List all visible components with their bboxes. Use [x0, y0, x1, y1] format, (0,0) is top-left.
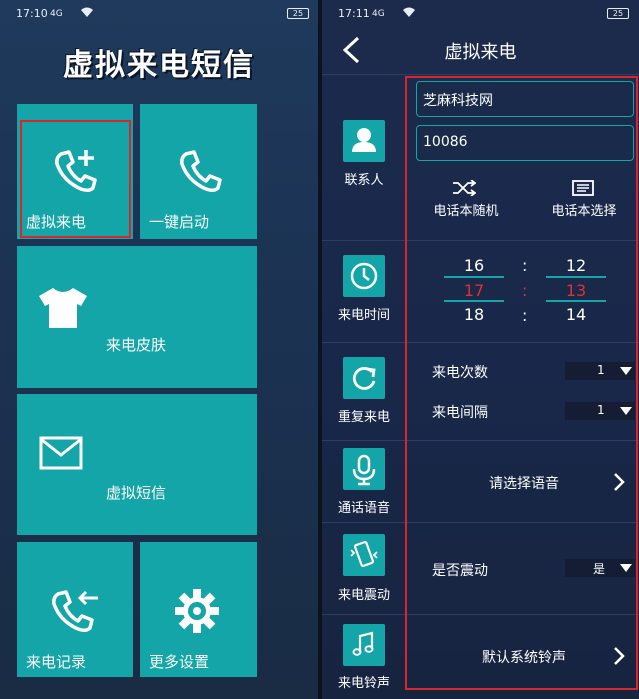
- battery-icon: 25: [607, 8, 629, 19]
- person-icon: [352, 128, 376, 152]
- gear-icon: [175, 589, 219, 633]
- repeat-label: 重复来电: [337, 410, 390, 425]
- voice-icon-box: [343, 448, 385, 490]
- call-skin-tile[interactable]: 来电皮肤: [17, 246, 257, 388]
- divider: [322, 74, 639, 75]
- status-time: 17:10: [16, 7, 48, 20]
- wifi-icon: [81, 7, 93, 17]
- status-bar: 17:11 4G 25: [322, 0, 639, 26]
- top-bar: 虚拟来电: [322, 26, 639, 74]
- contact-label: 联系人: [344, 173, 384, 188]
- microphone-icon: [352, 454, 376, 486]
- more-settings-label: 更多设置: [149, 653, 210, 671]
- highlight-box: [405, 76, 638, 690]
- app-title: 虚拟来电短信: [63, 48, 255, 83]
- tshirt-icon: [39, 288, 87, 328]
- vibrate-label: 来电震动: [337, 588, 390, 603]
- virtual-call-screen: 17:11 4G 25 虚拟来电 联系人 芝麻科技网 10086 电话本随机 电…: [322, 0, 639, 699]
- one-key-start-tile[interactable]: 一键启动: [140, 104, 257, 239]
- call-time-icon-box: [343, 255, 385, 297]
- mail-icon: [39, 436, 83, 470]
- call-log-tile[interactable]: 来电记录: [17, 542, 133, 677]
- call-skin-label: 来电皮肤: [106, 336, 167, 354]
- virtual-sms-tile[interactable]: 虚拟短信: [17, 394, 257, 535]
- ringtone-label: 来电铃声: [337, 676, 390, 691]
- home-screen: 17:10 4G 25 虚拟来电短信 虚拟来电 一键启动 来电皮肤 虚拟短信 来…: [0, 0, 318, 699]
- status-bar: 17:10 4G 25: [0, 0, 318, 26]
- vibrate-icon: [350, 540, 378, 568]
- signal-icon: 4G: [50, 9, 63, 19]
- music-note-icon: [352, 631, 374, 656]
- phone-incoming-icon: [52, 590, 98, 633]
- page-title: 虚拟来电: [444, 42, 517, 63]
- voice-label: 通话语音: [337, 501, 390, 516]
- contact-icon-box: [343, 120, 385, 162]
- highlight-box: [20, 120, 131, 238]
- call-log-label: 来电记录: [26, 653, 87, 671]
- one-key-start-label: 一键启动: [149, 213, 210, 231]
- status-time: 17:11: [338, 7, 370, 20]
- more-settings-tile[interactable]: 更多设置: [140, 542, 257, 677]
- clock-icon: [350, 262, 378, 290]
- repeat-icon-box: [343, 357, 385, 399]
- signal-icon: 4G: [372, 9, 385, 19]
- call-time-label: 来电时间: [337, 308, 390, 323]
- virtual-sms-label: 虚拟短信: [106, 484, 167, 502]
- ringtone-icon-box: [343, 624, 385, 666]
- battery-icon: 25: [287, 8, 309, 19]
- refresh-icon: [352, 367, 376, 390]
- phone-icon: [180, 150, 222, 192]
- vibrate-icon-box: [343, 534, 385, 576]
- wifi-icon: [403, 7, 415, 17]
